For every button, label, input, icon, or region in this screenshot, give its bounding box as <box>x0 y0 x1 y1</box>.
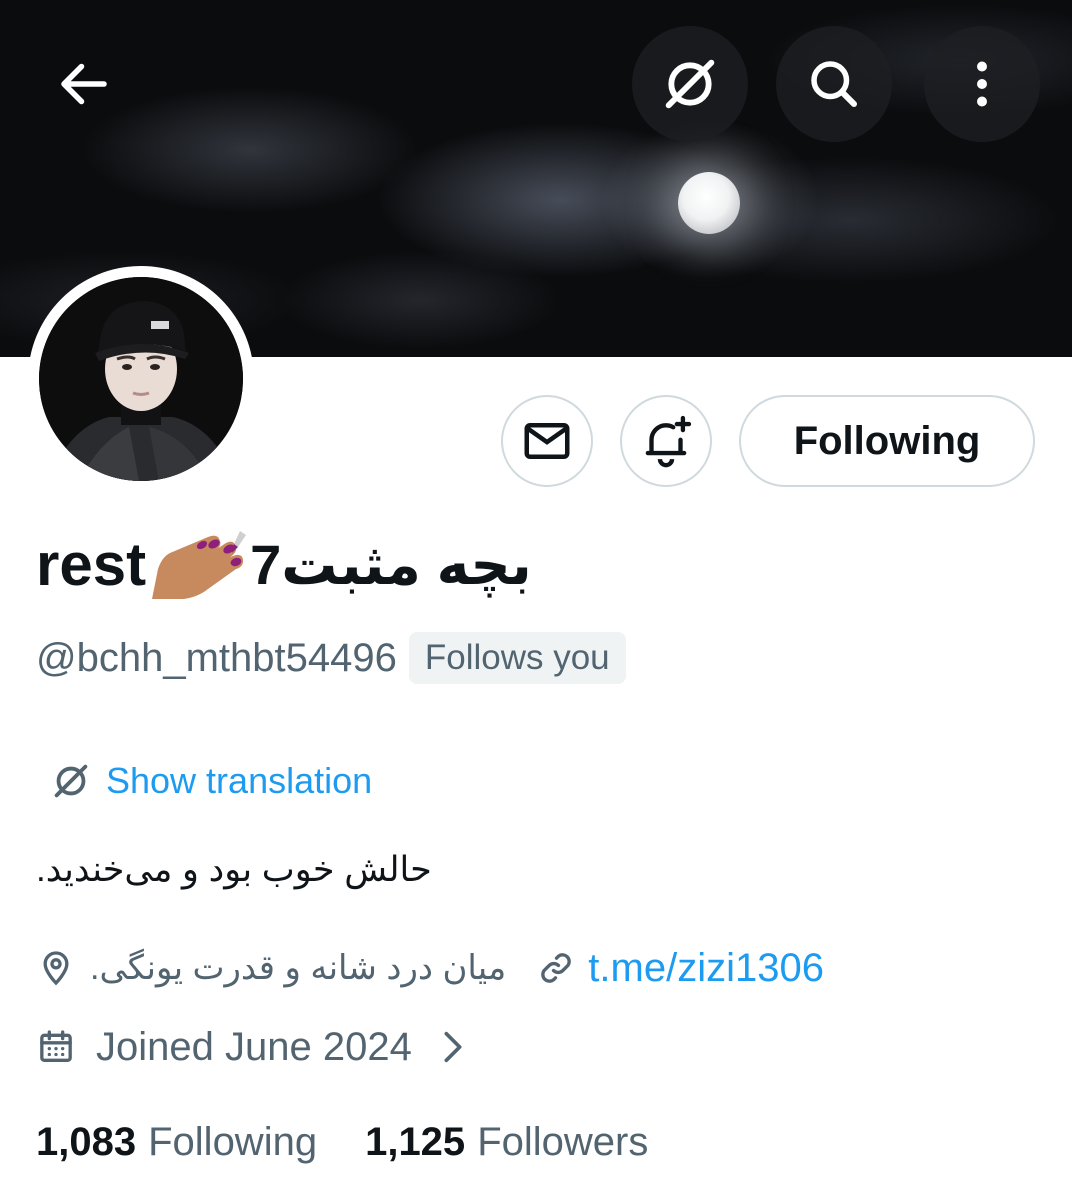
message-button[interactable] <box>501 395 593 487</box>
avatar[interactable] <box>28 266 254 492</box>
profile-link[interactable]: t.me/zizi1306 <box>588 946 824 991</box>
location-pin-icon <box>43 951 69 986</box>
calendar-icon <box>40 1030 72 1062</box>
translate-icon <box>54 764 88 798</box>
show-translation-link[interactable]: Show translation <box>48 758 372 804</box>
handle-row: @bchh_mthbt54496 Follows you <box>36 630 626 686</box>
display-name-persian: بچه مثبت7 <box>250 533 532 596</box>
following-count: 1,083 <box>36 1119 137 1164</box>
arrow-left-icon <box>61 63 107 105</box>
link-icon <box>541 953 572 983</box>
display-name: rest بچه مثبت7 <box>36 520 532 610</box>
followers-count: 1,125 <box>365 1119 466 1164</box>
following-stat[interactable]: 1,083 Following <box>36 1120 317 1165</box>
more-options-button[interactable] <box>924 26 1040 142</box>
show-translation-label: Show translation <box>106 760 373 801</box>
notifications-button[interactable] <box>620 395 712 487</box>
display-name-latin: rest <box>36 531 147 598</box>
profile-meta-row: میان درد شانه و قدرت یونگی. t.me/zizi130… <box>36 940 824 996</box>
moon-image <box>678 172 740 234</box>
followers-stat[interactable]: 1,125 Followers <box>365 1120 648 1165</box>
location-text: میان درد شانه و قدرت یونگی. <box>90 949 507 987</box>
more-vertical-icon <box>977 61 987 107</box>
nail-polish-icon <box>152 531 247 599</box>
following-button[interactable]: Following <box>739 395 1035 487</box>
profile-page: Following rest بچه مثبت7 @bchh_mthbt5449… <box>0 0 1072 1200</box>
back-button[interactable] <box>26 26 142 142</box>
follows-you-badge: Follows you <box>408 632 626 684</box>
avatar-image <box>39 277 243 481</box>
mail-icon <box>524 423 570 459</box>
joined-row[interactable]: Joined June 2024 <box>36 1018 468 1076</box>
translate-button[interactable] <box>632 26 748 142</box>
chevron-right-icon <box>444 1031 462 1063</box>
bell-plus-icon <box>645 415 692 468</box>
followers-label: Followers <box>477 1119 649 1164</box>
user-handle: @bchh_mthbt54496 <box>36 635 397 680</box>
joined-date: Joined June 2024 <box>96 1024 412 1069</box>
search-button[interactable] <box>776 26 892 142</box>
follow-stats: 1,083 Following 1,125 Followers <box>36 1112 648 1172</box>
search-icon <box>811 61 857 107</box>
profile-bio: حالش خوب بود و می‌خندید. <box>36 850 432 889</box>
following-label: Following <box>148 1119 318 1164</box>
translate-icon <box>665 59 715 109</box>
